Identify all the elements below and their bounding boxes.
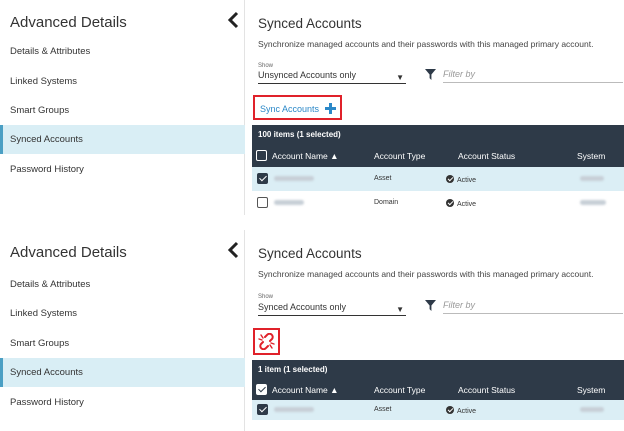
show-label: Show xyxy=(258,63,274,69)
table-row[interactable]: Asset Active xyxy=(252,167,624,191)
account-type: Asset xyxy=(374,406,392,413)
sidebar-item-smart-groups[interactable]: Smart Groups xyxy=(0,329,245,358)
filter-input[interactable]: Filter by xyxy=(443,69,623,83)
table-header: Account Name ▲ Account Type Account Stat… xyxy=(252,380,624,400)
show-dropdown[interactable]: Synced Accounts only ▼ xyxy=(258,302,406,316)
sidebar-item-smart-groups[interactable]: Smart Groups xyxy=(0,96,245,125)
account-name-redacted xyxy=(274,200,304,207)
page-title: Synced Accounts xyxy=(258,246,362,261)
sync-accounts-button[interactable]: Sync Accounts xyxy=(260,103,336,114)
sidebar-item-details-attributes[interactable]: Details & Attributes xyxy=(0,37,245,66)
back-chevron-icon[interactable] xyxy=(227,241,241,259)
sidebar-item-synced-accounts[interactable]: Synced Accounts xyxy=(0,125,245,154)
sidebar: Advanced Details Details & Attributes Li… xyxy=(0,230,245,431)
sidebar: Advanced Details Details & Attributes Li… xyxy=(0,0,245,215)
filter-icon[interactable] xyxy=(425,300,436,311)
back-chevron-icon[interactable] xyxy=(227,11,241,29)
table-summary-bar: 1 item (1 selected) xyxy=(252,360,624,380)
column-account-status[interactable]: Account Status xyxy=(458,385,515,395)
filter-icon[interactable] xyxy=(425,69,436,80)
table-row[interactable]: Domain Active xyxy=(252,191,624,215)
column-system[interactable]: System xyxy=(577,151,605,161)
account-type: Domain xyxy=(374,199,399,206)
plus-icon xyxy=(324,103,336,114)
account-status: Active xyxy=(446,199,476,208)
panel-synced-view: Advanced Details Details & Attributes Li… xyxy=(0,230,624,431)
main-content: Synced Accounts Synchronize managed acco… xyxy=(248,0,624,215)
row-checkbox[interactable] xyxy=(257,173,268,184)
system-redacted xyxy=(580,407,604,414)
system-redacted xyxy=(580,200,606,207)
check-circle-icon xyxy=(446,175,454,183)
unlink-icon[interactable] xyxy=(258,333,275,350)
sidebar-item-linked-systems[interactable]: Linked Systems xyxy=(0,299,245,328)
row-checkbox[interactable] xyxy=(257,197,268,208)
main-content: Synced Accounts Synchronize managed acco… xyxy=(248,230,624,431)
sync-accounts-highlight: Sync Accounts xyxy=(253,95,342,120)
account-status: Active xyxy=(446,406,476,415)
column-account-name[interactable]: Account Name ▲ xyxy=(272,385,339,395)
show-dropdown-value: Synced Accounts only xyxy=(258,302,347,312)
chevron-down-icon: ▼ xyxy=(396,305,404,314)
column-system[interactable]: System xyxy=(577,385,605,395)
panel-unsynced-view: Advanced Details Details & Attributes Li… xyxy=(0,0,624,215)
check-circle-icon xyxy=(446,199,454,207)
sidebar-title: Advanced Details xyxy=(10,244,127,261)
item-count: 1 item (1 selected) xyxy=(258,365,328,374)
select-all-checkbox[interactable] xyxy=(256,150,267,161)
table-row[interactable]: Asset Active xyxy=(252,400,624,420)
show-label: Show xyxy=(258,294,274,300)
system-redacted xyxy=(580,176,604,183)
column-account-type[interactable]: Account Type xyxy=(374,385,425,395)
sidebar-item-details-attributes[interactable]: Details & Attributes xyxy=(0,270,245,299)
page-title: Synced Accounts xyxy=(258,16,362,31)
account-name-redacted xyxy=(274,407,314,414)
table-header: Account Name ▲ Account Type Account Stat… xyxy=(252,145,624,167)
check-circle-icon xyxy=(446,406,454,414)
row-checkbox[interactable] xyxy=(257,404,268,415)
sidebar-item-password-history[interactable]: Password History xyxy=(0,388,245,417)
unsync-highlight xyxy=(253,328,280,355)
page-description: Synchronize managed accounts and their p… xyxy=(258,269,594,279)
filter-input[interactable]: Filter by xyxy=(443,300,623,314)
select-all-checkbox[interactable] xyxy=(256,384,267,395)
table-summary-bar: 100 items (1 selected) xyxy=(252,125,624,145)
account-status: Active xyxy=(446,175,476,184)
chevron-down-icon: ▼ xyxy=(396,73,404,82)
show-dropdown[interactable]: Unsynced Accounts only ▼ xyxy=(258,70,406,84)
sidebar-item-synced-accounts[interactable]: Synced Accounts xyxy=(0,358,245,387)
column-account-type[interactable]: Account Type xyxy=(374,151,425,161)
sync-accounts-label: Sync Accounts xyxy=(260,104,320,114)
account-type: Asset xyxy=(374,175,392,182)
column-account-name[interactable]: Account Name ▲ xyxy=(272,151,339,161)
sidebar-item-password-history[interactable]: Password History xyxy=(0,155,245,184)
column-account-status[interactable]: Account Status xyxy=(458,151,515,161)
item-count: 100 items (1 selected) xyxy=(258,130,341,139)
show-dropdown-value: Unsynced Accounts only xyxy=(258,70,357,80)
sidebar-item-linked-systems[interactable]: Linked Systems xyxy=(0,67,245,96)
sidebar-title: Advanced Details xyxy=(10,14,127,31)
account-name-redacted xyxy=(274,176,314,183)
page-description: Synchronize managed accounts and their p… xyxy=(258,39,594,49)
